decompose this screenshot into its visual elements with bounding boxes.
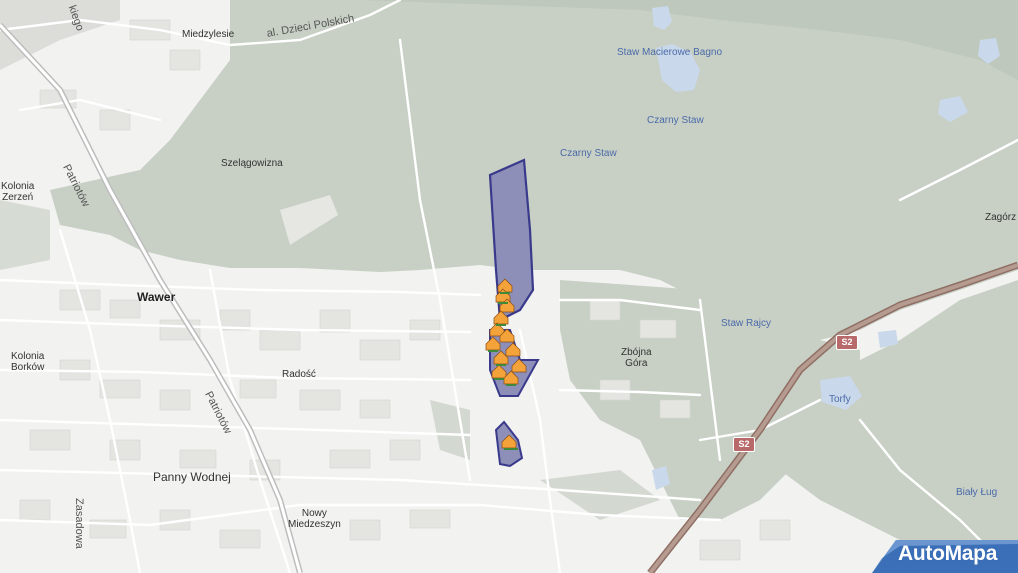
street-label-panny-wodnej: Panny Wodnej — [153, 470, 231, 484]
place-label-zagorz: Zagórz — [985, 212, 1017, 223]
road-shield-s2: S2 — [836, 335, 858, 350]
place-label-zbojna-gora: Zbójna Góra — [621, 347, 652, 369]
water-label-staw-rajcy: Staw Rajcy — [721, 318, 772, 329]
place-label-miedzylesie: Miedzylesie — [182, 29, 235, 40]
place-label-torfy: Torfy — [829, 394, 851, 405]
map-view[interactable]: Miedzylesie al. Dzieci Polskich kiego St… — [0, 0, 1018, 573]
road-shield-s2: S2 — [733, 437, 755, 452]
place-label-wawer: Wawer — [137, 290, 176, 304]
water-label-czarny-staw-1: Czarny Staw — [647, 115, 704, 126]
street-label-zasadowa: Zasadowa — [73, 498, 85, 549]
place-label-szelagowizna: Szelągowizna — [221, 158, 283, 169]
automapa-logo: AutoMapa — [898, 542, 998, 565]
water-label-staw-macierowe-bagno: Staw Macierowe Bagno — [617, 47, 723, 58]
place-label-radosc: Radość — [282, 369, 316, 380]
map-canvas — [0, 0, 1018, 573]
place-label-bialy-lug: Biały Ług — [956, 487, 998, 498]
place-label-nowy-miedzeszyn: Nowy Miedzeszyn — [288, 508, 341, 530]
place-label-kolonia-borkow: Kolonia Borków — [11, 351, 45, 373]
water-label-czarny-staw-2: Czarny Staw — [560, 148, 617, 159]
place-label-kolonia-zerzen: Kolonia Zerzeń — [1, 181, 35, 203]
